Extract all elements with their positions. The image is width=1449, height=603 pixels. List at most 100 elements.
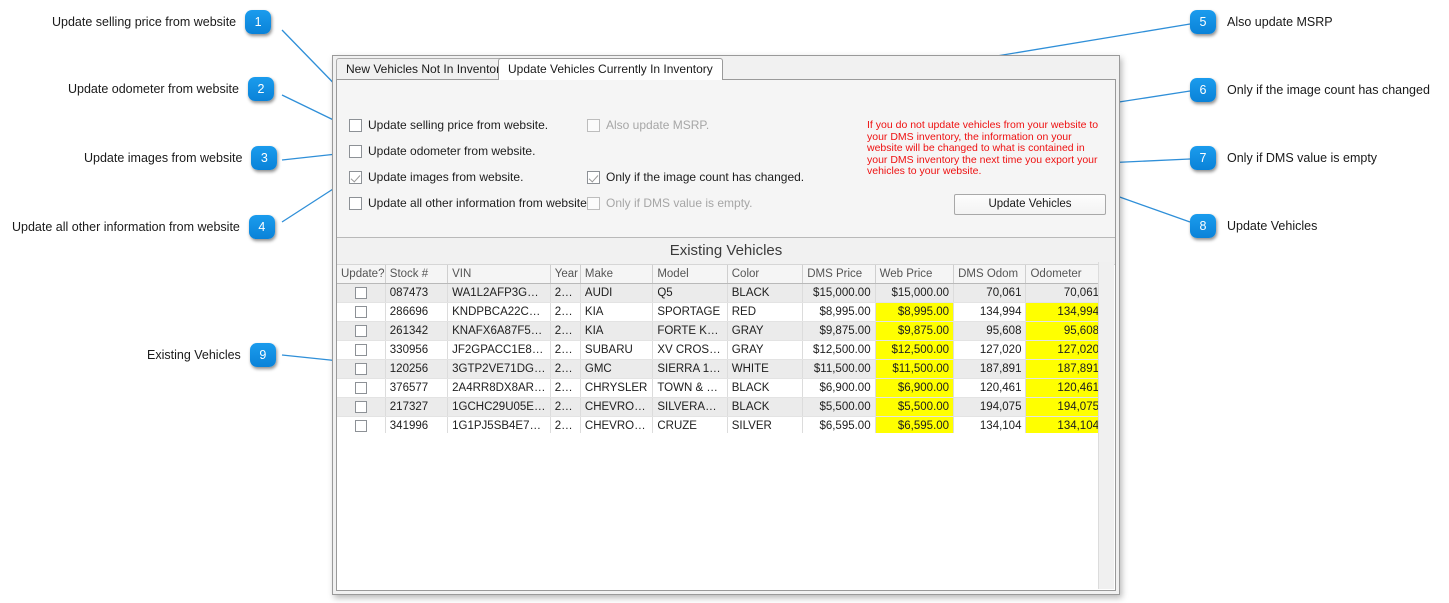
- checkbox-row-images[interactable]: Update images from website.: [349, 170, 523, 184]
- row-update-checkbox[interactable]: [337, 302, 386, 323]
- cell-model: TOWN & C...: [652, 378, 728, 399]
- annotation-1: Update selling price from website 1: [52, 10, 272, 34]
- checkbox-row-dms-empty: Only if DMS value is empty.: [587, 196, 752, 210]
- table-row[interactable]: 1202563GTP2VE71DG120...2013GMCSIERRA 150…: [337, 359, 1104, 380]
- checkbox-update-selling-price[interactable]: [349, 118, 362, 132]
- checkbox-row-image-count[interactable]: Only if the image count has changed.: [587, 170, 804, 184]
- cell-stock: 087473: [385, 283, 449, 304]
- checkbox-row-all-other[interactable]: Update all other information from websit…: [349, 196, 590, 210]
- checkbox-row-update[interactable]: [354, 382, 367, 395]
- col-dms-odom[interactable]: DMS Odom: [953, 265, 1027, 284]
- checkbox-row-update[interactable]: [354, 325, 367, 338]
- row-update-checkbox[interactable]: [337, 283, 386, 304]
- cell-dms-price: $12,500.00: [802, 340, 876, 361]
- col-odometer[interactable]: Odometer: [1025, 265, 1104, 284]
- checkbox-update-images[interactable]: [349, 170, 362, 184]
- update-vehicles-button[interactable]: Update Vehicles: [954, 194, 1106, 215]
- cell-year: 2013: [550, 359, 581, 380]
- cell-color: BLACK: [727, 378, 804, 399]
- row-update-checkbox[interactable]: [337, 340, 386, 361]
- col-web-price[interactable]: Web Price: [875, 265, 955, 284]
- row-update-checkbox[interactable]: [337, 378, 386, 399]
- cell-odometer: 127,020: [1025, 340, 1104, 361]
- cell-odometer: 187,891: [1025, 359, 1104, 380]
- cell-dms-odom: 194,075: [953, 397, 1027, 418]
- cell-vin: 3GTP2VE71DG120...: [447, 359, 551, 380]
- cell-year: 2016: [550, 283, 581, 304]
- tab-new-vehicles-not-in-inventory[interactable]: New Vehicles Not In Inventory: [336, 58, 517, 79]
- cell-make: CHRYSLER: [580, 378, 654, 399]
- cell-year: 2012: [550, 302, 581, 323]
- cell-stock: 376577: [385, 378, 449, 399]
- cell-dms-price: $9,875.00: [802, 321, 876, 342]
- annotation-2-badge: 2: [247, 77, 274, 101]
- cell-model: SPORTAGE: [652, 302, 728, 323]
- checkbox-row-update[interactable]: [354, 420, 367, 433]
- tab-update-vehicles-currently-in-inventory[interactable]: Update Vehicles Currently In Inventory: [498, 58, 723, 80]
- row-update-checkbox[interactable]: [337, 321, 386, 342]
- table-row[interactable]: 087473WA1L2AFP3GA087...2016AUDIQ5BLACK$1…: [337, 283, 1104, 304]
- col-dms-price[interactable]: DMS Price: [802, 265, 876, 284]
- grid-title: Existing Vehicles: [337, 238, 1115, 265]
- annotation-2: Update odometer from website 2: [68, 77, 274, 101]
- table-row[interactable]: 261342 KNAFX6A87F5261... 2015 KIA FORTE KOUP…: [337, 321, 1104, 342]
- cell-year: 2015: [550, 321, 581, 342]
- table-row[interactable]: 286696KNDPBCA22C7286...2012KIASPORTAGERE…: [337, 302, 1104, 323]
- cell-year: 2014: [550, 340, 581, 361]
- cell-make: KIA: [580, 321, 654, 342]
- checkbox-only-if-image-count-changed[interactable]: [587, 170, 600, 184]
- cell-dms-odom: 134,994: [953, 302, 1027, 323]
- cell-odometer: 134,994: [1025, 302, 1104, 323]
- row-update-checkbox[interactable]: [337, 397, 386, 418]
- col-stock[interactable]: Stock #: [385, 265, 449, 284]
- warning-text: If you do not update vehicles from your …: [867, 119, 1099, 178]
- cell-color: GRAY: [727, 321, 804, 342]
- label-also-update-msrp: Also update MSRP.: [606, 118, 710, 132]
- checkbox-only-if-dms-value-empty: [587, 196, 600, 210]
- col-model[interactable]: Model: [652, 265, 728, 284]
- checkbox-row-update[interactable]: [354, 344, 367, 357]
- cell-dms-odom: 127,020: [953, 340, 1027, 361]
- cell-dms-odom: 70,061: [953, 283, 1027, 304]
- annotation-9-label: Existing Vehicles: [147, 348, 241, 362]
- options-area: Update selling price from website. Updat…: [337, 80, 1115, 215]
- checkbox-row-selling-price[interactable]: Update selling price from website.: [349, 118, 548, 132]
- row-update-checkbox[interactable]: [337, 359, 386, 380]
- col-make[interactable]: Make: [580, 265, 654, 284]
- cell-web-price: $6,900.00: [875, 378, 955, 399]
- table-row[interactable]: 2173271GCHC29U05E217...2005CHEVROLETSILV…: [337, 397, 1104, 418]
- col-year[interactable]: Year: [550, 265, 581, 284]
- cell-dms-price: $6,900.00: [802, 378, 876, 399]
- cell-make: SUBARU: [580, 340, 654, 361]
- table-row[interactable]: 330956 JF2GPACC1E8330... 2014 SUBARU XV CROS…: [337, 340, 1104, 361]
- annotation-1-badge: 1: [245, 10, 272, 34]
- annotation-9-badge: 9: [249, 343, 276, 367]
- annotation-5-label: Also update MSRP: [1227, 15, 1333, 29]
- checkbox-row-update[interactable]: [354, 401, 367, 414]
- annotation-8-label: Update Vehicles: [1227, 219, 1318, 233]
- cell-web-price: $5,500.00: [875, 397, 955, 418]
- annotation-5-badge: 5: [1190, 10, 1216, 34]
- col-color[interactable]: Color: [727, 265, 804, 284]
- col-update[interactable]: Update?: [337, 265, 386, 284]
- cell-web-price: $12,500.00: [875, 340, 955, 361]
- annotation-7: 7 Only if DMS value is empty: [1190, 146, 1377, 170]
- cell-web-price: $11,500.00: [875, 359, 955, 380]
- checkbox-update-all-other[interactable]: [349, 196, 362, 210]
- existing-vehicles-grid-container: Existing Vehicles Update? Stock # VIN Ye…: [337, 237, 1115, 590]
- annotation-6-label: Only if the image count has changed: [1227, 83, 1430, 97]
- grid-vertical-scrollbar[interactable]: [1098, 262, 1114, 589]
- col-vin[interactable]: VIN: [447, 265, 551, 284]
- checkbox-update-odometer[interactable]: [349, 144, 362, 158]
- checkbox-row-update[interactable]: [354, 287, 367, 299]
- checkbox-row-update[interactable]: [354, 306, 367, 319]
- checkbox-row-odometer[interactable]: Update odometer from website.: [349, 144, 535, 158]
- cell-stock: 330956: [385, 340, 449, 361]
- table-row[interactable]: 3765772A4RR8DX8AR376...2010CHRYSLERTOWN …: [337, 378, 1104, 399]
- cell-dms-odom: 120,461: [953, 378, 1027, 399]
- cell-odometer: 194,075: [1025, 397, 1104, 418]
- annotation-4-label: Update all other information from websit…: [12, 220, 240, 234]
- checkbox-row-update[interactable]: [354, 363, 367, 376]
- cell-make: GMC: [580, 359, 654, 380]
- annotation-7-badge: 7: [1190, 146, 1216, 170]
